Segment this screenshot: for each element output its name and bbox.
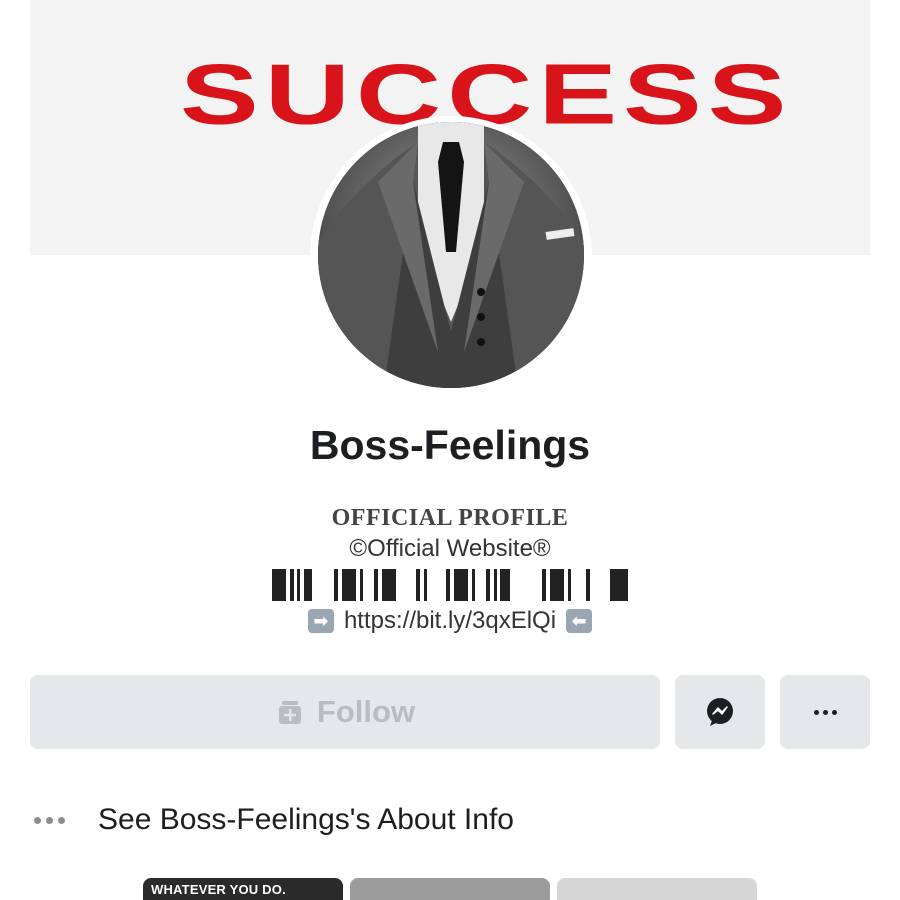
about-info-link[interactable]: See Boss-Feelings's About Info (30, 795, 870, 845)
thumbnail-3[interactable] (557, 878, 757, 900)
barcode-icon (0, 567, 900, 603)
messenger-button[interactable] (675, 675, 765, 749)
more-button[interactable] (780, 675, 870, 749)
follow-button[interactable]: Follow (30, 675, 660, 749)
right-arrow-emoji-icon: ➡ (307, 609, 334, 633)
bio-title: OFFICIAL PROFILE (331, 505, 569, 531)
bio-link-line: ➡ https://bit.ly/3qxElQi ⬅ (0, 603, 900, 639)
man-in-suit-photo (318, 122, 584, 388)
profile-name: Boss-Feelings (309, 422, 591, 468)
ellipsis-icon (30, 816, 98, 824)
cover-text: SUCCESS (180, 46, 793, 142)
profile-bio: OFFICIAL PROFILE ©Official Website® ➡ ht… (0, 503, 900, 639)
thumbnail-2[interactable] (350, 878, 550, 900)
bio-link[interactable]: https://bit.ly/3qxElQi (344, 607, 556, 635)
photo-thumbnails: WHATEVER YOU DO. (143, 878, 757, 900)
about-info-label: See Boss-Feelings's About Info (98, 803, 514, 836)
avatar[interactable] (318, 122, 584, 388)
messenger-icon (707, 698, 733, 726)
follow-label: Follow (316, 694, 416, 729)
left-arrow-emoji-icon: ⬅ (566, 609, 593, 633)
thumbnail-1[interactable]: WHATEVER YOU DO. (143, 878, 343, 900)
more-icon (813, 709, 837, 715)
bio-website-line: ©Official Website® (349, 535, 551, 562)
follow-plus-icon (278, 701, 301, 724)
thumbnail-caption: WHATEVER YOU DO. (151, 882, 286, 897)
